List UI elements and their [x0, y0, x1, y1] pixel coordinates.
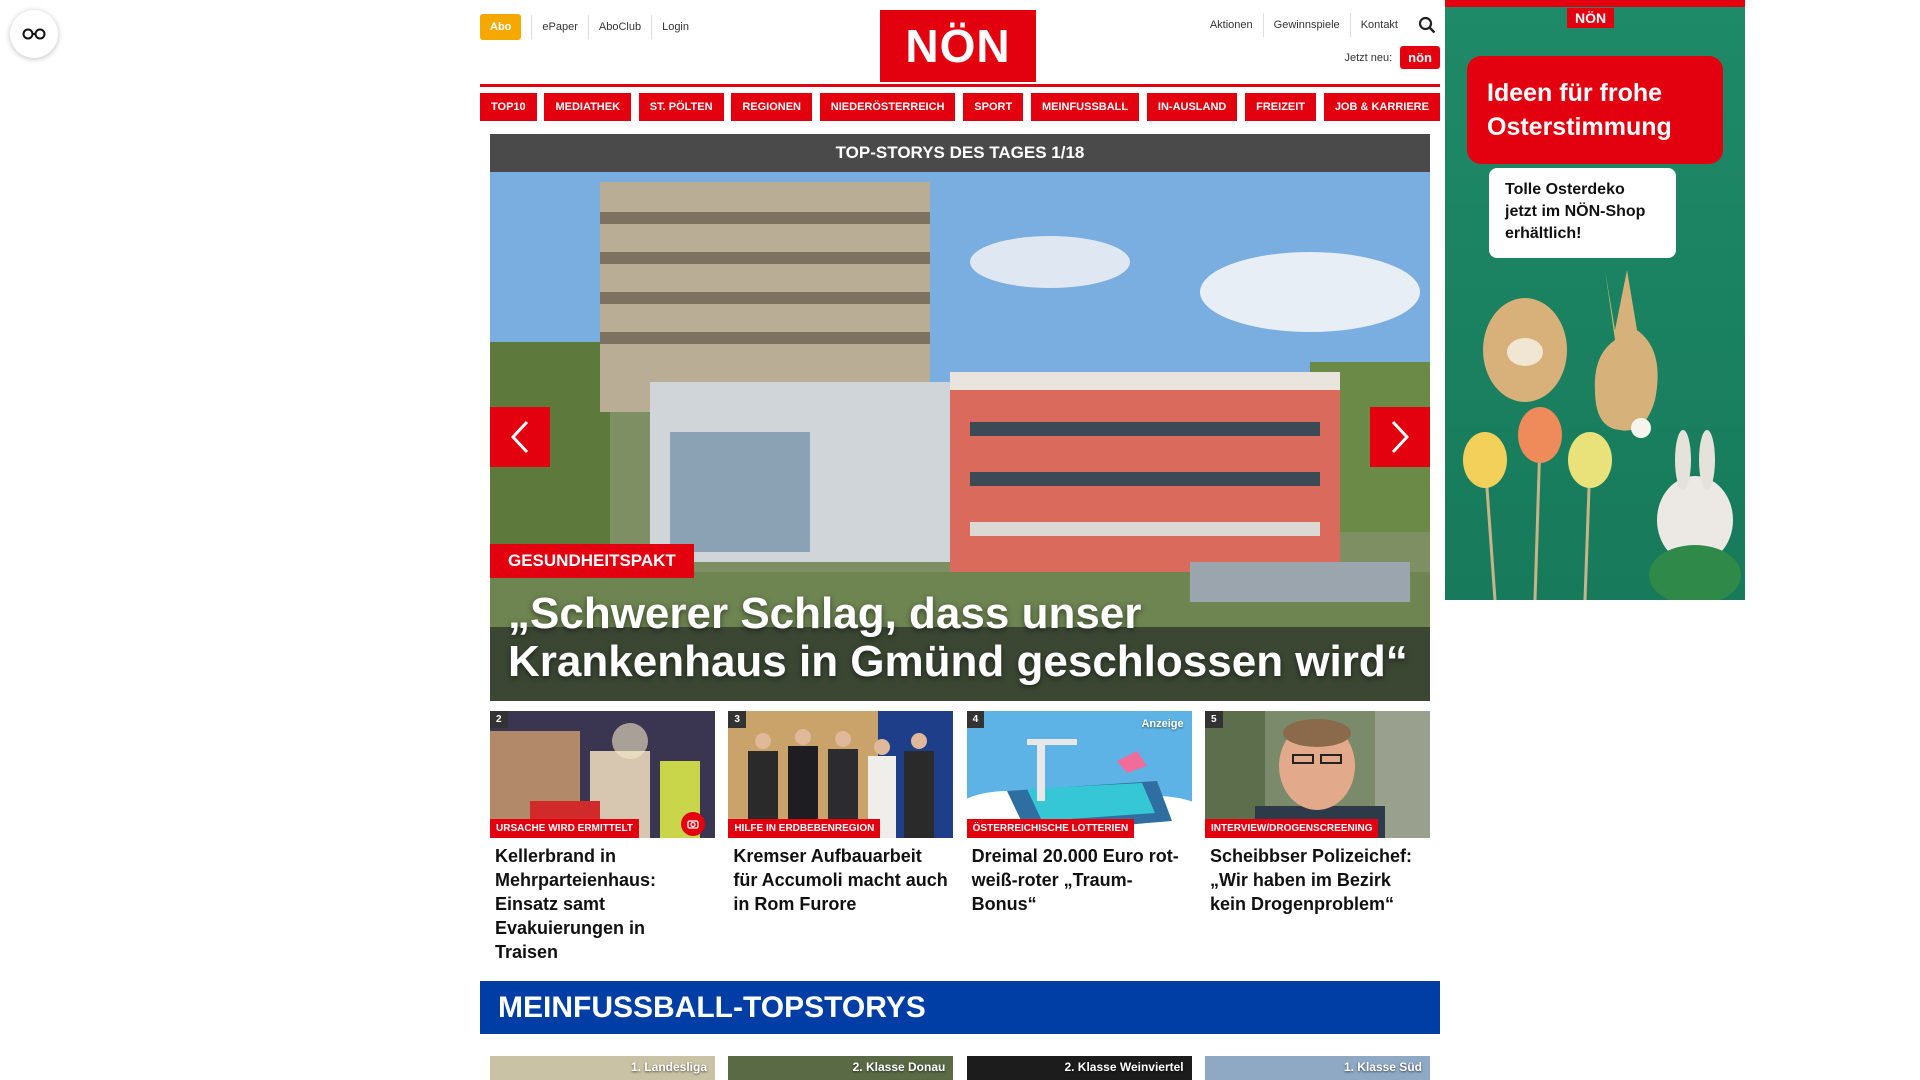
easter-decoration-image — [1463, 270, 1741, 600]
meinfussball-card[interactable]: 2. Klasse Donau — [728, 1056, 954, 1080]
meinfussball-card-label: 2. Klasse Weinviertel — [1064, 1060, 1184, 1074]
glasses-icon — [22, 28, 46, 40]
story-card-category[interactable]: Hilfe in Erdbebenregion — [728, 819, 881, 838]
header-right-links: Aktionen Gewinnspiele Kontakt — [1200, 12, 1440, 38]
story-card-image: 2 Ursache wird ermittelt — [490, 711, 715, 838]
hero-story[interactable]: GESUNDHEITSPAKT „Schwerer Schlag, dass u… — [490, 172, 1430, 701]
nav-item-job-karriere[interactable]: JOB & KARRIERE — [1323, 93, 1440, 121]
nav-item-top10[interactable]: TOP10 — [480, 93, 537, 121]
meinfussball-card[interactable]: 2. Klasse Weinviertel — [966, 1056, 1192, 1080]
story-card-image: 5 Interview/Drogenscreening — [1204, 711, 1430, 838]
top-stories-carousel: TOP-STORYS DES TAGES 1/18 GESUNDHEITSPAK… — [490, 134, 1430, 701]
jetzt-neu: Jetzt neu: nön — [1344, 46, 1440, 69]
nav-item-st-poelten[interactable]: ST. PÖLTEN — [638, 93, 724, 121]
header: Abo ePaper AboClub Login NÖN Aktionen Ge… — [480, 0, 1440, 84]
meinfussball-card-label: 1. Klasse Süd — [1343, 1060, 1422, 1074]
login-link[interactable]: Login — [651, 15, 699, 39]
search-icon[interactable] — [1414, 12, 1440, 38]
story-card-ad-label: Anzeige — [1141, 718, 1184, 730]
meinfussball-cards: 1. Landesliga 2. Klasse Donau 2. Klasse … — [490, 1056, 1430, 1080]
epaper-link[interactable]: ePaper — [531, 15, 587, 39]
story-card-number: 2 — [490, 711, 508, 728]
header-left-links: Abo ePaper AboClub Login — [480, 14, 699, 40]
story-card[interactable]: 2 Ursache wird ermittelt Kellerbrand in … — [490, 711, 715, 964]
aboclub-link[interactable]: AboClub — [587, 15, 651, 39]
story-card-number: 3 — [728, 711, 746, 728]
kontakt-link[interactable]: Kontakt — [1349, 13, 1408, 37]
meinfussball-card-label: 1. Landesliga — [630, 1060, 707, 1074]
hero-category-badge[interactable]: GESUNDHEITSPAKT — [490, 544, 694, 578]
jetzt-neu-label: Jetzt neu: — [1344, 51, 1393, 64]
ad-top-bar — [1445, 0, 1745, 7]
ad-text: Tolle Osterdeko jetzt im NÖN-Shop erhält… — [1489, 168, 1676, 258]
story-card-title[interactable]: Kellerbrand in Mehrparteienhaus: Einsatz… — [490, 838, 715, 964]
advertisement-banner[interactable]: NÖN Ideen für frohe Osterstimmung Tolle … — [1445, 0, 1745, 600]
camera-icon — [681, 812, 705, 836]
story-card-category[interactable]: Österreichische Lotterien — [966, 819, 1135, 838]
carousel-next-button[interactable] — [1370, 407, 1430, 467]
gewinnspiele-link[interactable]: Gewinnspiele — [1262, 13, 1350, 37]
chevron-right-icon — [1391, 420, 1410, 454]
story-card[interactable]: 5 Interview/Drogenscreening Scheibbser P… — [1204, 711, 1430, 964]
story-card-number: 5 — [1204, 711, 1223, 728]
ad-headline: Ideen für frohe Osterstimmung — [1467, 56, 1723, 164]
story-card-title[interactable]: Dreimal 20.000 Euro rot-weiß-roter „Trau… — [967, 838, 1192, 916]
meinfussball-card[interactable]: 1. Landesliga — [490, 1056, 715, 1080]
story-card-category[interactable]: Ursache wird ermittelt — [490, 819, 640, 838]
story-card[interactable]: 4 Anzeige Österreichische Lotterien Drei… — [966, 711, 1192, 964]
nav-item-niederoesterreich[interactable]: NIEDERÖSTERREICH — [819, 93, 956, 121]
meinfussball-section-header[interactable]: MEINFUSSBALL-TOPSTORYS — [480, 981, 1440, 1034]
site-container: Abo ePaper AboClub Login NÖN Aktionen Ge… — [480, 0, 1440, 1080]
meinfussball-card-label: 2. Klasse Donau — [852, 1060, 946, 1074]
jetzt-neu-badge[interactable]: nön — [1400, 46, 1440, 69]
reader-mode-button[interactable] — [10, 10, 58, 58]
story-card-title[interactable]: Scheibbser Polizeichef: „Wir haben im Be… — [1205, 838, 1430, 916]
nav-item-in-ausland[interactable]: IN-AUSLAND — [1146, 93, 1238, 121]
nav-item-freizeit[interactable]: FREIZEIT — [1245, 93, 1317, 121]
story-card-image: 4 Anzeige Österreichische Lotterien — [966, 711, 1192, 838]
story-cards: 2 Ursache wird ermittelt Kellerbrand in … — [490, 711, 1430, 964]
header-divider — [480, 84, 1440, 87]
story-card[interactable]: 3 Hilfe in Erdbebenregion Kremser Aufbau… — [728, 711, 954, 964]
meinfussball-card[interactable]: 1. Klasse Süd — [1204, 1056, 1430, 1080]
nav-item-regionen[interactable]: REGIONEN — [731, 93, 813, 121]
carousel-prev-button[interactable] — [490, 407, 550, 467]
chevron-left-icon — [510, 420, 529, 454]
nav-item-sport[interactable]: SPORT — [963, 93, 1024, 121]
abo-button[interactable]: Abo — [480, 14, 522, 40]
story-card-title[interactable]: Kremser Aufbauarbeit für Accumoli macht … — [728, 838, 953, 916]
site-logo[interactable]: NÖN — [880, 10, 1036, 82]
carousel-header: TOP-STORYS DES TAGES 1/18 — [490, 134, 1430, 172]
nav-item-mediathek[interactable]: MEDIATHEK — [544, 93, 632, 121]
story-card-number: 4 — [966, 711, 985, 728]
story-card-category[interactable]: Interview/Drogenscreening — [1204, 819, 1379, 838]
nav-item-meinfussball[interactable]: MEINFUSSBALL — [1030, 93, 1140, 121]
aktionen-link[interactable]: Aktionen — [1200, 13, 1263, 37]
ad-logo: NÖN — [1567, 8, 1615, 28]
story-card-image: 3 Hilfe in Erdbebenregion — [728, 711, 954, 838]
hero-headline[interactable]: „Schwerer Schlag, dass unser Krankenhaus… — [508, 590, 1408, 686]
main-nav: TOP10 MEDIATHEK ST. PÖLTEN REGIONEN NIED… — [480, 93, 1440, 121]
